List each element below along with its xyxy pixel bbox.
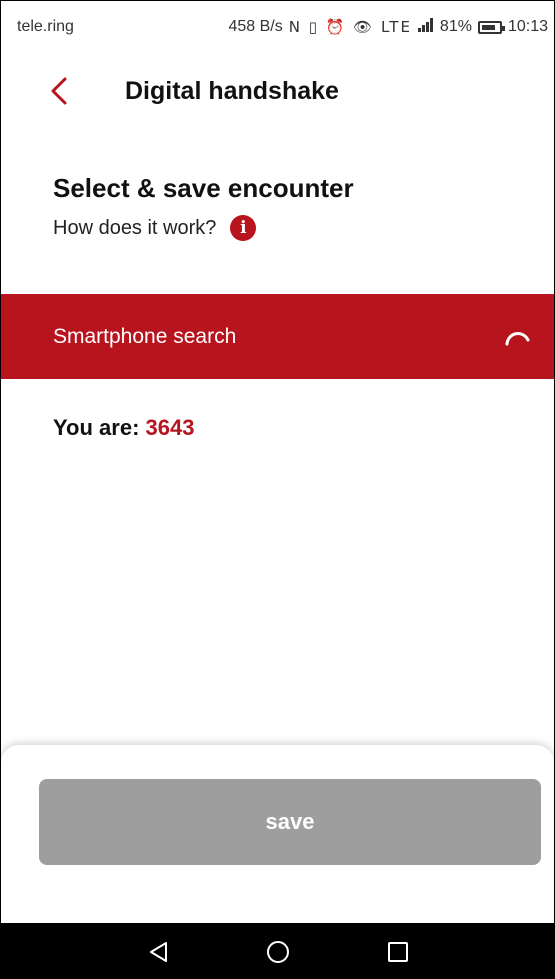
nav-recents-button[interactable] xyxy=(373,932,423,972)
identity-label: You are: xyxy=(53,415,140,440)
app-header: Digital handshake xyxy=(1,61,554,121)
banner-label: Smartphone search xyxy=(53,324,237,348)
signal-icon xyxy=(417,17,434,37)
identity-line: You are: 3643 xyxy=(53,415,194,441)
battery-icon xyxy=(477,20,505,34)
status-icons: N ▯ ⏰ 👁 LTE xyxy=(288,18,412,36)
help-text: How does it work? xyxy=(53,216,217,239)
battery-percent: 81% xyxy=(439,18,472,35)
back-button[interactable] xyxy=(45,77,73,105)
nav-home-button[interactable] xyxy=(253,932,303,972)
page-title: Digital handshake xyxy=(125,76,339,105)
smartphone-search-banner: Smartphone search xyxy=(1,294,554,379)
triangle-back-icon xyxy=(149,941,167,962)
help-row: How does it work? i xyxy=(53,215,257,241)
loading-spinner-icon xyxy=(505,331,530,345)
status-right: 458 B/s N ▯ ⏰ 👁 LTE 81% 10:13 xyxy=(228,17,548,37)
nav-back-button[interactable] xyxy=(133,932,183,972)
identity-code: 3643 xyxy=(145,415,195,440)
section-title: Select & save encounter xyxy=(53,173,354,203)
navigation-bar xyxy=(1,923,554,978)
bottom-sheet: save xyxy=(1,745,554,923)
circle-home-icon xyxy=(266,940,289,963)
status-bar: tele.ring 458 B/s N ▯ ⏰ 👁 LTE 81% 10:13 xyxy=(1,1,554,53)
chevron-left-icon xyxy=(51,77,67,105)
carrier-name: tele.ring xyxy=(17,18,74,35)
clock: 10:13 xyxy=(507,18,548,35)
phone-screen: tele.ring 458 B/s N ▯ ⏰ 👁 LTE 81% 10:13 xyxy=(0,0,555,979)
save-button[interactable]: save xyxy=(39,779,541,865)
info-icon[interactable]: i xyxy=(230,215,257,241)
network-speed: 458 B/s xyxy=(228,18,283,35)
square-recents-icon xyxy=(387,941,408,962)
